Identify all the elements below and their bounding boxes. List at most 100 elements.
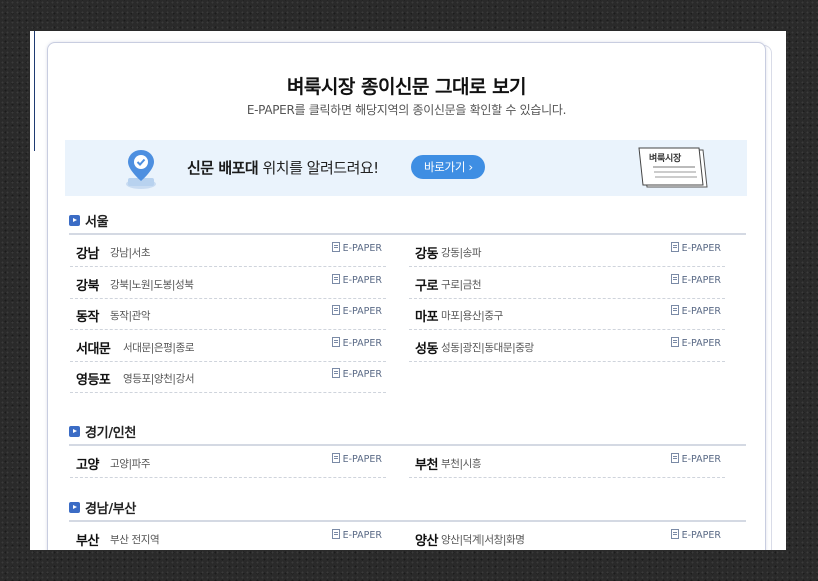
region-row: 영등포 영등포|양천|강서 E-PAPER	[70, 361, 386, 393]
region-areas: 고양|파주	[110, 458, 151, 470]
region-areas: 동작|관악	[110, 310, 151, 322]
epaper-label: E-PAPER	[681, 274, 721, 286]
region-row: 서대문 서대문|은평|종로 E-PAPER	[70, 330, 386, 362]
region-row: 부천 부천|시흥 E-PAPER	[409, 446, 725, 478]
epaper-label: E-PAPER	[342, 243, 382, 254]
epaper-label: E-PAPER	[342, 306, 382, 317]
region-row: 강북 강북|노원|도봉|성북 E-PAPER	[70, 267, 386, 299]
epaper-link[interactable]: E-PAPER	[331, 273, 382, 286]
document-icon	[670, 242, 679, 252]
region-areas: 영등포|양천|강서	[123, 373, 195, 385]
region-name: 성동	[415, 341, 438, 357]
epaper-link[interactable]: E-PAPER	[670, 529, 721, 541]
region-areas: 강동|송파	[441, 247, 482, 259]
epaper-card: 벼룩시장 종이신문 그대로 보기 E-PAPER를 클릭하면 해당지역의 종이신…	[47, 42, 766, 550]
location-pin-icon	[126, 150, 156, 189]
document-icon	[331, 529, 340, 539]
region-name: 마포	[415, 310, 438, 325]
banner-text-bold: 신문 배포대	[187, 159, 259, 177]
play-square-icon	[69, 426, 80, 437]
epaper-link[interactable]: E-PAPER	[670, 336, 721, 349]
region-row: 동작 동작|관악 E-PAPER	[70, 298, 386, 330]
section-title: 서울	[85, 215, 109, 230]
document-icon	[670, 305, 679, 315]
region-row: 강동 강동|송파 E-PAPER	[409, 235, 725, 267]
epaper-label: E-PAPER	[342, 530, 382, 541]
region-name: 부산	[76, 534, 99, 549]
region-name: 강동	[415, 247, 438, 262]
region-name: 구로	[415, 278, 438, 294]
document-icon	[331, 242, 340, 252]
region-name: 서대문	[76, 341, 111, 357]
page-title: 벼룩시장 종이신문 그대로 보기	[286, 76, 527, 98]
epaper-link[interactable]: E-PAPER	[670, 273, 721, 286]
section-header: 경기/인천	[69, 422, 746, 446]
region-areas: 성동|광진|동대문|중랑	[441, 341, 534, 354]
region-areas: 양산|덕계|서창|화명	[441, 534, 525, 546]
region-areas: 부천|시흥	[441, 458, 482, 470]
epaper-label: E-PAPER	[342, 454, 382, 465]
epaper-label: E-PAPER	[681, 454, 721, 465]
region-row: 마포 마포|용산|중구 E-PAPER	[409, 298, 725, 330]
epaper-label: E-PAPER	[681, 243, 721, 254]
epaper-link[interactable]: E-PAPER	[331, 453, 382, 465]
newspaper-label: 벼룩시장	[649, 154, 681, 164]
banner-text: 신문 배포대 위치를 알려드려요!	[187, 157, 379, 178]
play-square-icon	[69, 502, 80, 513]
section-title: 경남/부산	[85, 502, 137, 517]
document-icon	[331, 453, 340, 463]
document-icon	[670, 273, 679, 284]
region-name: 부천	[415, 458, 438, 473]
region-areas: 부산 전지역	[110, 534, 160, 546]
region-areas: 서대문|은평|종로	[123, 341, 195, 354]
document-icon	[670, 336, 679, 347]
content-frame: 벼룩시장 종이신문 그대로 보기 E-PAPER를 클릭하면 해당지역의 종이신…	[30, 31, 786, 550]
document-icon	[331, 368, 340, 378]
region-areas: 강남|서초	[110, 247, 151, 259]
region-row: 강남 강남|서초 E-PAPER	[70, 235, 386, 267]
section-header: 경남/부산	[69, 498, 746, 522]
epaper-link[interactable]: E-PAPER	[331, 242, 382, 254]
region-areas: 마포|용산|중구	[441, 310, 503, 322]
epaper-label: E-PAPER	[681, 530, 721, 541]
region-name: 양산	[415, 534, 438, 549]
epaper-link[interactable]: E-PAPER	[331, 368, 382, 380]
epaper-label: E-PAPER	[342, 369, 382, 380]
page-subtitle: E-PAPER를 클릭하면 해당지역의 종이신문을 확인할 수 있습니다.	[246, 103, 567, 117]
region-row: 구로 구로|금천 E-PAPER	[409, 267, 725, 299]
section-title: 경기/인천	[85, 426, 137, 441]
epaper-label: E-PAPER	[681, 306, 721, 317]
epaper-link[interactable]: E-PAPER	[670, 305, 721, 317]
region-name: 강남	[76, 247, 99, 262]
region-areas: 강북|노원|도봉|성북	[110, 278, 194, 291]
region-row: 부산 부산 전지역 E-PAPER	[70, 522, 386, 550]
region-row: 고양 고양|파주 E-PAPER	[70, 446, 386, 478]
distribution-banner: 신문 배포대 위치를 알려드려요! 바로가기 › 벼룩시장	[65, 140, 747, 196]
region-name: 강북	[76, 278, 99, 294]
epaper-link[interactable]: E-PAPER	[331, 336, 382, 349]
document-icon	[670, 453, 679, 463]
epaper-link[interactable]: E-PAPER	[331, 305, 382, 317]
banner-text-rest: 위치를 알려드려요!	[258, 159, 380, 177]
frame-edge	[30, 31, 35, 151]
epaper-label: E-PAPER	[342, 274, 382, 286]
epaper-link[interactable]: E-PAPER	[670, 453, 721, 465]
epaper-label: E-PAPER	[342, 337, 382, 349]
section-header: 서울	[69, 211, 746, 235]
newspaper-icon: 벼룩시장	[637, 147, 709, 189]
epaper-link[interactable]: E-PAPER	[670, 242, 721, 254]
shortcut-button[interactable]: 바로가기 ›	[411, 155, 485, 179]
document-icon	[331, 273, 340, 284]
region-name: 고양	[76, 458, 99, 473]
region-areas: 구로|금천	[441, 278, 482, 291]
epaper-label: E-PAPER	[681, 337, 721, 349]
document-icon	[331, 305, 340, 315]
region-name: 영등포	[76, 373, 111, 388]
region-row: 성동 성동|광진|동대문|중랑 E-PAPER	[409, 330, 725, 362]
play-square-icon	[69, 215, 80, 226]
region-name: 동작	[76, 310, 99, 325]
epaper-link[interactable]: E-PAPER	[331, 529, 382, 541]
document-icon	[670, 529, 679, 539]
region-row: 양산 양산|덕계|서창|화명 E-PAPER	[409, 522, 725, 550]
document-icon	[331, 336, 340, 347]
